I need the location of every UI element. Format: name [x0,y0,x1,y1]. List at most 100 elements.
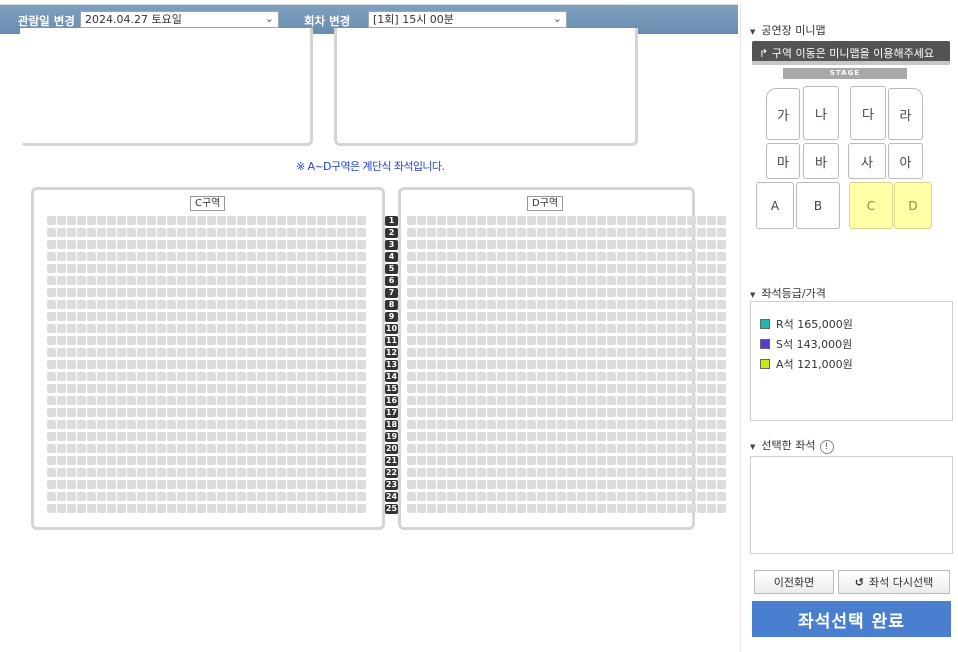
zone-d-seat[interactable] [617,300,626,309]
zone-d-seat[interactable] [557,336,566,345]
minimap-zone-d[interactable]: D [894,182,932,229]
zone-c-seat[interactable] [357,240,366,249]
zone-d-seat[interactable] [557,312,566,321]
zone-d-seat[interactable] [657,456,666,465]
zone-d-seat[interactable] [477,456,486,465]
zone-c-seat[interactable] [127,492,136,501]
zone-c-seat[interactable] [127,324,136,333]
zone-d-seat[interactable] [527,216,536,225]
zone-c-seat[interactable] [147,384,156,393]
zone-d-seat[interactable] [447,336,456,345]
zone-c-seat[interactable] [287,228,296,237]
zone-c-seat[interactable] [157,240,166,249]
zone-c-seat[interactable] [167,468,176,477]
zone-d-seat[interactable] [717,444,726,453]
zone-c-seat[interactable] [77,240,86,249]
zone-c-seat[interactable] [147,420,156,429]
zone-d-seat[interactable] [687,396,696,405]
zone-c-seat[interactable] [217,360,226,369]
zone-c-seat[interactable] [287,312,296,321]
zone-d-seat[interactable] [487,396,496,405]
zone-d-seat[interactable] [627,408,636,417]
zone-c-seat[interactable] [187,504,196,513]
zone-d-seat[interactable] [457,420,466,429]
zone-c-seat[interactable] [317,492,326,501]
zone-d-seat[interactable] [717,504,726,513]
minimap-zone-ma[interactable]: 마 [766,143,800,179]
zone-d-seat[interactable] [557,288,566,297]
zone-c-seat[interactable] [247,252,256,261]
zone-d-seat[interactable] [557,252,566,261]
zone-d-seat[interactable] [637,492,646,501]
zone-d-seat[interactable] [477,300,486,309]
zone-d-seat[interactable] [497,252,506,261]
zone-c-seat[interactable] [117,504,126,513]
zone-c-seat[interactable] [97,384,106,393]
minimap-zone-b[interactable]: B [796,182,840,229]
zone-c-seat[interactable] [227,312,236,321]
zone-d-seat[interactable] [467,360,476,369]
zone-c-seat[interactable] [297,264,306,273]
zone-c-seat[interactable] [207,324,216,333]
zone-d-seat[interactable] [607,312,616,321]
zone-d-seat[interactable] [547,360,556,369]
zone-c-seat[interactable] [137,312,146,321]
zone-c-seat[interactable] [197,300,206,309]
zone-c-seat[interactable] [157,384,166,393]
zone-c-seat[interactable] [127,384,136,393]
zone-d-seat[interactable] [687,276,696,285]
zone-d-seat[interactable] [627,348,636,357]
zone-c-seat[interactable] [137,336,146,345]
zone-c-seat[interactable] [157,216,166,225]
zone-d-seat[interactable] [647,300,656,309]
zone-d-seat[interactable] [477,276,486,285]
zone-c-seat[interactable] [67,228,76,237]
zone-c-seat[interactable] [267,288,276,297]
zone-d-seat[interactable] [457,264,466,273]
zone-c-seat[interactable] [287,384,296,393]
zone-c-seat[interactable] [117,348,126,357]
zone-d-seat[interactable] [707,336,716,345]
zone-d-seat[interactable] [557,492,566,501]
zone-c-seat[interactable] [217,252,226,261]
zone-c-seat[interactable] [117,240,126,249]
zone-c-seat[interactable] [307,228,316,237]
zone-d-seat[interactable] [567,360,576,369]
zone-c-seat[interactable] [277,348,286,357]
zone-d-seat[interactable] [467,312,476,321]
zone-c-seat[interactable] [87,228,96,237]
zone-c-seat[interactable] [137,384,146,393]
zone-d-seat[interactable] [477,420,486,429]
zone-d-seat[interactable] [427,456,436,465]
zone-d-seat[interactable] [717,408,726,417]
zone-c-seat[interactable] [197,288,206,297]
zone-d-seat[interactable] [537,216,546,225]
zone-c-seat[interactable] [67,300,76,309]
zone-c-seat[interactable] [47,420,56,429]
zone-c-seat[interactable] [47,252,56,261]
zone-c-seat[interactable] [97,312,106,321]
zone-c-seat[interactable] [177,240,186,249]
zone-c-seat[interactable] [107,216,116,225]
zone-c-seat[interactable] [277,504,286,513]
zone-d-seat[interactable] [627,240,636,249]
zone-c-seat[interactable] [297,444,306,453]
zone-d-seat[interactable] [437,348,446,357]
zone-c-seat[interactable] [217,408,226,417]
zone-d-seat[interactable] [657,396,666,405]
zone-d-seat[interactable] [547,288,556,297]
zone-d-seat[interactable] [697,432,706,441]
zone-d-seat[interactable] [567,300,576,309]
zone-c-seat[interactable] [117,456,126,465]
zone-c-seat[interactable] [87,444,96,453]
zone-c-seat[interactable] [177,468,186,477]
zone-d-seat[interactable] [517,504,526,513]
zone-d-seat[interactable] [697,408,706,417]
zone-c-seat[interactable] [117,276,126,285]
zone-d-seat[interactable] [477,444,486,453]
zone-d-seat[interactable] [627,312,636,321]
zone-c-seat[interactable] [237,468,246,477]
zone-c-seat[interactable] [247,216,256,225]
zone-c-seat[interactable] [157,408,166,417]
zone-c-seat[interactable] [277,276,286,285]
